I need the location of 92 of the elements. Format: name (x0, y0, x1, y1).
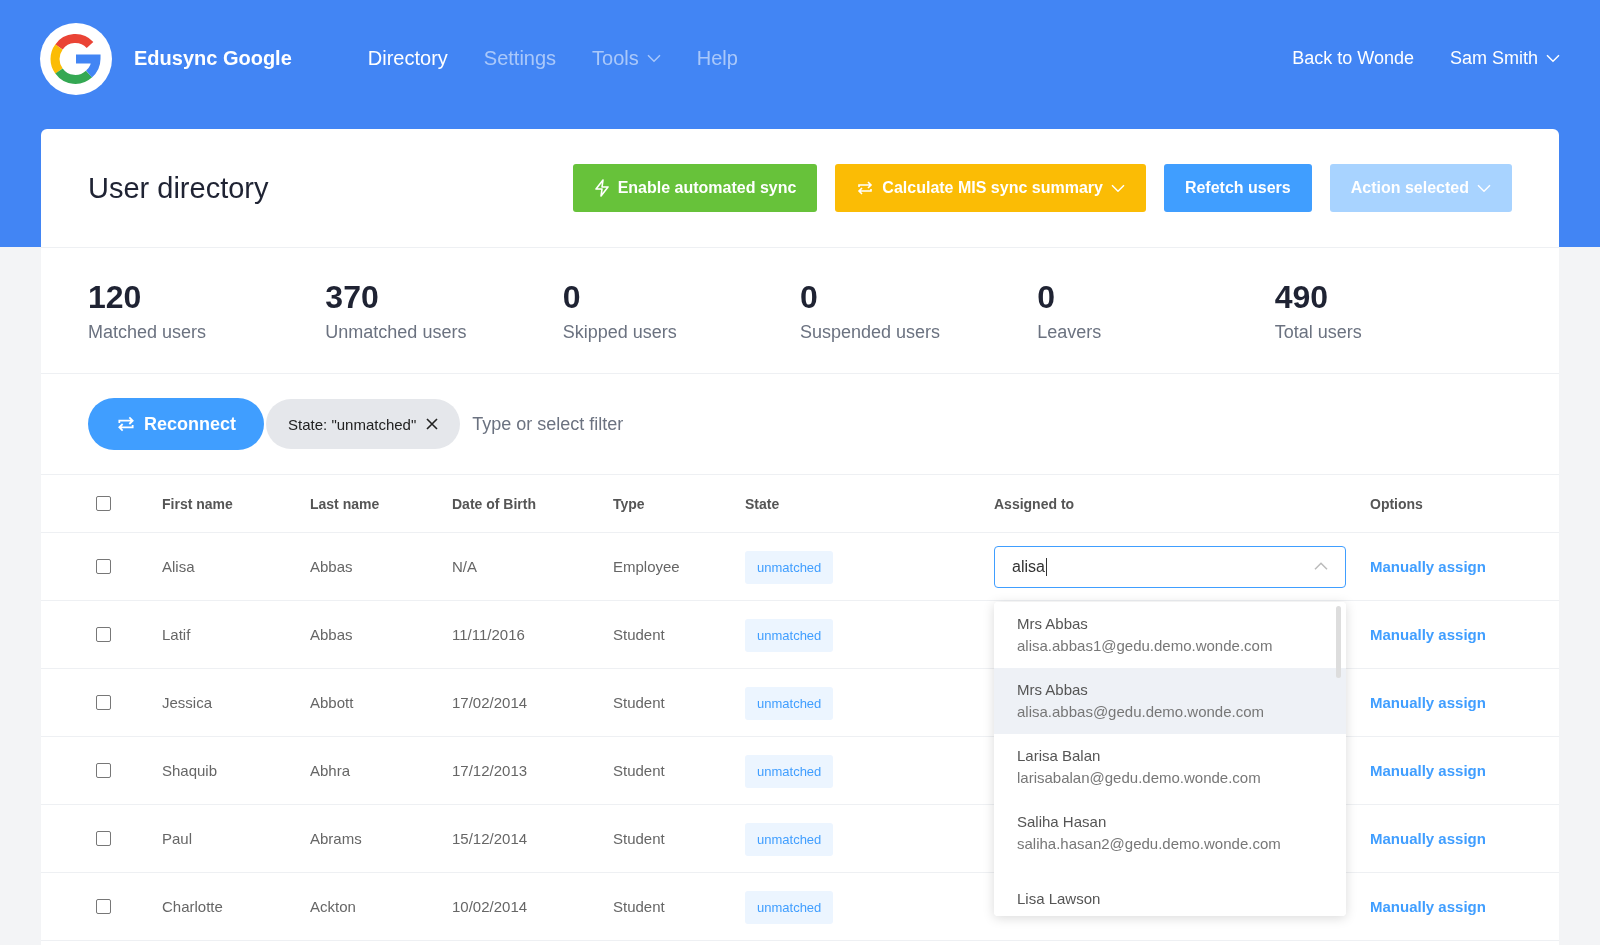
stat-value: 0 (1037, 278, 1057, 316)
column-header: Date of Birth (452, 495, 537, 512)
state-tag: unmatched (745, 618, 834, 652)
stat-value: 0 (800, 278, 819, 316)
action-button[interactable]: Refetch users (1163, 164, 1312, 212)
table-cell-text: 10/02/2014 (452, 898, 529, 915)
table-cell-text: Abrams (310, 830, 363, 847)
state-tag: unmatched (745, 754, 834, 788)
row-checkbox[interactable] (96, 559, 111, 574)
column-header: Assigned to (994, 495, 1076, 512)
dropdown-option[interactable]: Mrs Abbas alisa.abbas1@gedu.demo.wonde.com (994, 601, 1346, 668)
assign-search-field[interactable]: alisa (994, 545, 1346, 588)
stat-value: 120 (88, 278, 143, 316)
chevron-down-icon (1110, 183, 1125, 193)
state-tag: unmatched (745, 550, 834, 584)
dropdown-option[interactable]: Saliha Hasan saliha.hasan2@gedu.demo.wonde.com (994, 799, 1346, 866)
nav-link[interactable]: Help (696, 47, 738, 70)
manually-assign-link[interactable]: Manually assign (1370, 829, 1486, 847)
table-cell-text: Employee (613, 558, 681, 575)
table-cell-text: 17/02/2014 (452, 694, 529, 711)
filter-chip[interactable]: State: "unmatched" (266, 399, 461, 449)
action-button[interactable]: Enable automated sync (572, 164, 818, 212)
table-cell-text: Latif (162, 626, 192, 643)
row-checkbox[interactable] (96, 899, 111, 914)
action-button[interactable]: Calculate MIS sync summary (835, 164, 1146, 212)
stat-label: Skipped users (562, 321, 678, 343)
column-header: Type (613, 495, 646, 512)
table-cell-text: 15/12/2014 (452, 830, 529, 847)
table-cell-text: Student (613, 898, 666, 915)
manually-assign-link[interactable]: Manually assign (1370, 761, 1486, 779)
stat-label: Unmatched users (325, 321, 468, 343)
column-header: State (745, 495, 781, 512)
chevron-down-icon (1546, 54, 1560, 63)
table-cell-text: Student (613, 626, 666, 643)
state-tag: unmatched (745, 822, 834, 856)
stat-label: Suspended users (800, 321, 942, 343)
table-cell-text: Ackton (310, 898, 357, 915)
manually-assign-link[interactable]: Manually assign (1370, 557, 1486, 575)
scrollbar[interactable] (1336, 605, 1341, 678)
close-icon[interactable] (426, 418, 439, 430)
table-cell-text: Student (613, 762, 666, 779)
table-cell-text: Student (613, 830, 666, 847)
nav-link[interactable]: Directory (367, 47, 448, 70)
state-tag: unmatched (745, 890, 834, 924)
row-checkbox[interactable] (96, 763, 111, 778)
bolt-icon (593, 179, 610, 197)
column-header: Options (1370, 495, 1424, 512)
chevron-up-icon (1314, 562, 1328, 571)
stat-label: Matched users (88, 321, 208, 343)
chevron-down-icon (1477, 183, 1491, 193)
table-cell-text: N/A (452, 558, 478, 575)
table-cell-text: Shaquib (162, 762, 219, 779)
column-header: First name (162, 495, 234, 512)
table-cell-text: Alisa (162, 558, 196, 575)
user-menu[interactable]: Sam Smith (1449, 48, 1560, 69)
table-cell-text: 17/12/2013 (452, 762, 529, 779)
chevron-down-icon (646, 54, 661, 63)
dropdown-option[interactable]: Lisa Lawson (994, 865, 1346, 916)
manually-assign-link[interactable]: Manually assign (1370, 625, 1486, 643)
header-link[interactable]: Back to Wonde (1292, 48, 1414, 69)
table-cell-text: Abbott (310, 694, 355, 711)
stat-value: 370 (325, 278, 380, 316)
repeat-icon (116, 414, 136, 434)
table-cell-text: Abbas (310, 558, 354, 575)
state-tag: unmatched (745, 686, 834, 720)
table-cell-text: Jessica (162, 694, 214, 711)
select-all-checkbox[interactable] (96, 496, 111, 511)
stat-label: Total users (1274, 321, 1363, 343)
table-cell-text: Abhra (310, 762, 352, 779)
table-cell-text: Charlotte (162, 898, 224, 915)
nav-link[interactable]: Settings (483, 47, 557, 70)
nav-link[interactable]: Tools (592, 47, 661, 70)
dropdown-option[interactable]: Larisa Balan larisabalan@gedu.demo.wonde.com (994, 733, 1346, 800)
manually-assign-link[interactable]: Manually assign (1370, 693, 1486, 711)
table-cell-text: Paul (162, 830, 194, 847)
reconnect-button[interactable]: Reconnect (88, 398, 265, 450)
repeat-icon (856, 179, 875, 197)
app-title: Edusync Google (134, 47, 292, 70)
page-title: User directory (88, 171, 270, 205)
stat-value: 490 (1274, 278, 1330, 316)
table-cell-text: Student (613, 694, 666, 711)
row-checkbox[interactable] (96, 831, 111, 846)
stat-label: Leavers (1037, 321, 1103, 343)
table-cell-text: 11/11/2016 (452, 626, 526, 643)
manually-assign-link[interactable]: Manually assign (1370, 897, 1486, 915)
stat-value: 0 (562, 278, 582, 316)
row-checkbox[interactable] (96, 695, 111, 710)
field-value: alisa (1012, 557, 1047, 576)
column-header: Last name (310, 495, 381, 512)
row-checkbox[interactable] (96, 627, 111, 642)
dropdown-option[interactable]: Mrs Abbas alisa.abbas@gedu.demo.wonde.com (994, 667, 1346, 734)
table-cell-text: Abbas (310, 626, 354, 643)
